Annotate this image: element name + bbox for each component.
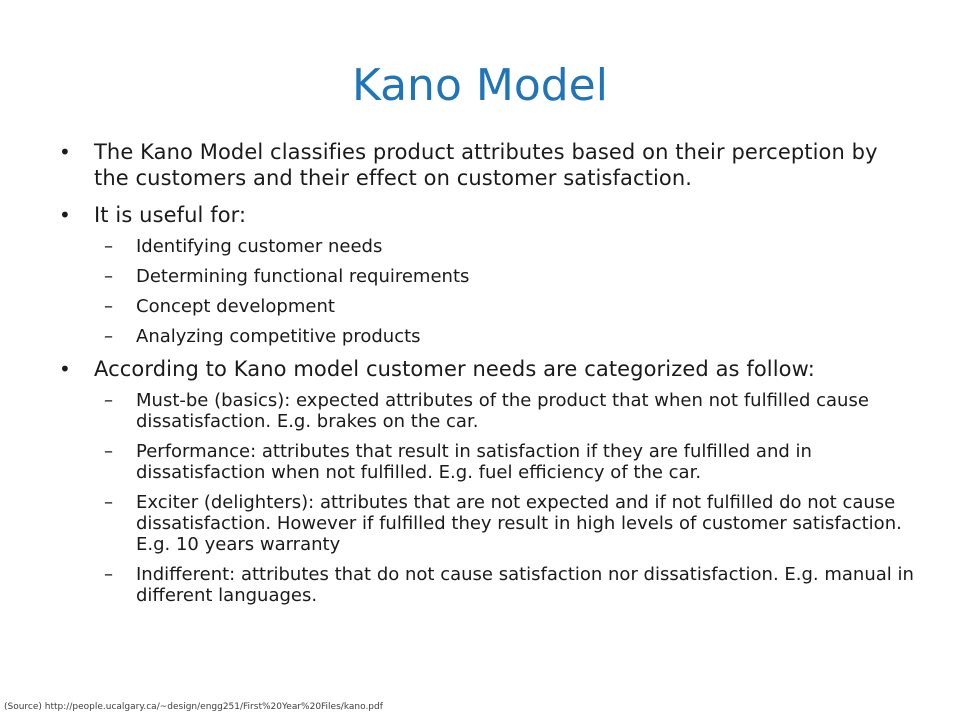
sub-bullet-performance: – Performance: attributes that result in… [56, 441, 916, 483]
sub-bullet-text: Concept development [136, 296, 335, 317]
sub-bullet-exciter: – Exciter (delighters): attributes that … [56, 492, 916, 555]
bullet-text: The Kano Model classifies product attrib… [94, 140, 878, 190]
sub-bullet-identifying-needs: – Identifying customer needs [56, 236, 916, 257]
sub-bullet-text: Must-be (basics): expected attributes of… [136, 390, 869, 432]
bullet-kano-definition: • The Kano Model classifies product attr… [56, 139, 916, 191]
slide: Kano Model • The Kano Model classifies p… [0, 0, 960, 720]
sub-bullet-text: Identifying customer needs [136, 236, 383, 257]
slide-body: • The Kano Model classifies product attr… [56, 139, 916, 606]
bullet-categories: • According to Kano model customer needs… [56, 356, 916, 382]
bullet-marker: • [59, 203, 71, 227]
sub-bullet-competitive-products: – Analyzing competitive products [56, 326, 916, 347]
dash-marker: – [104, 296, 113, 317]
dash-marker: – [104, 441, 113, 462]
source-citation: (Source) http://people.ucalgary.ca/~desi… [4, 702, 383, 712]
sub-bullet-text: Performance: attributes that result in s… [136, 441, 812, 483]
sub-bullet-text: Determining functional requirements [136, 266, 470, 287]
bullet-text: According to Kano model customer needs a… [94, 357, 815, 381]
sub-bullet-text: Analyzing competitive products [136, 326, 421, 347]
sub-bullet-text: Exciter (delighters): attributes that ar… [136, 492, 902, 555]
bullet-marker: • [59, 140, 71, 164]
dash-marker: – [104, 266, 113, 287]
bullet-text: It is useful for: [94, 203, 247, 227]
bullet-marker: • [59, 357, 71, 381]
dash-marker: – [104, 492, 113, 513]
dash-marker: – [104, 326, 113, 347]
sub-bullet-text: Indifferent: attributes that do not caus… [136, 564, 914, 606]
bullet-useful-for: • It is useful for: [56, 202, 916, 228]
sub-bullet-indifferent: – Indifferent: attributes that do not ca… [56, 564, 916, 606]
dash-marker: – [104, 236, 113, 257]
sub-bullet-functional-requirements: – Determining functional requirements [56, 266, 916, 287]
dash-marker: – [104, 564, 113, 585]
dash-marker: – [104, 390, 113, 411]
slide-title: Kano Model [352, 60, 608, 111]
sub-bullet-concept-development: – Concept development [56, 296, 916, 317]
sub-bullet-must-be: – Must-be (basics): expected attributes … [56, 390, 916, 432]
